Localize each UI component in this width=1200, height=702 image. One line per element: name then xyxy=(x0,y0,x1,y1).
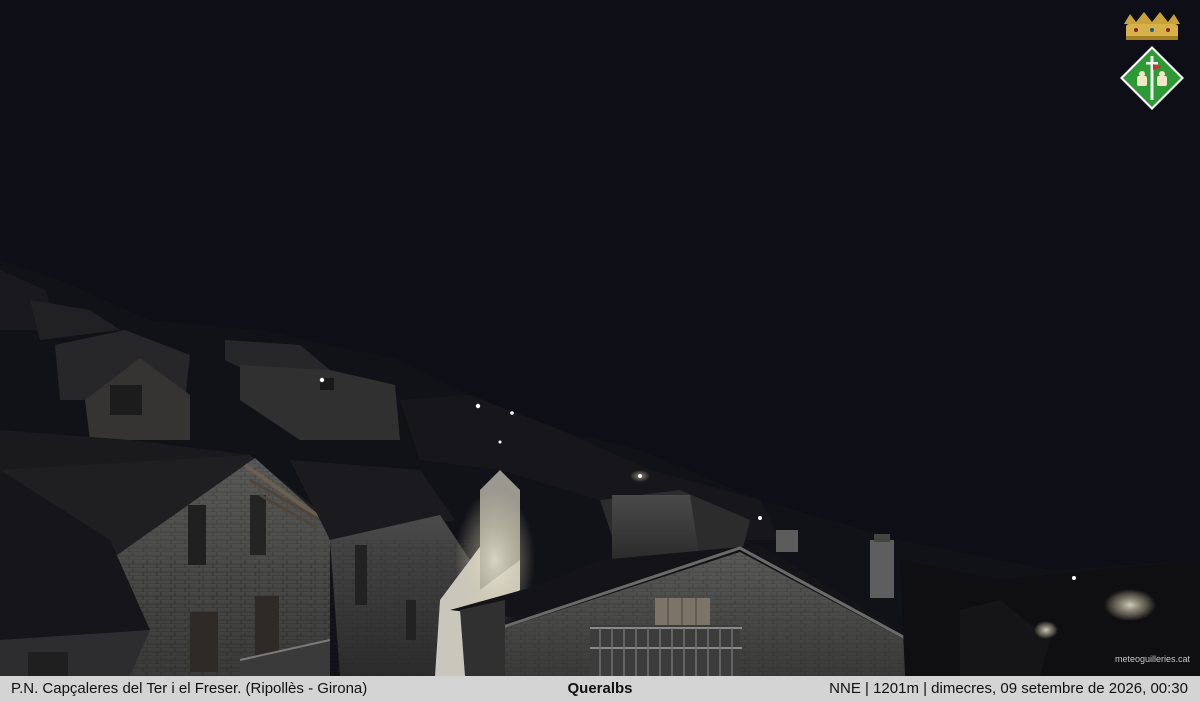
location-park-label: P.N. Capçaleres del Ter i el Freser. (Ri… xyxy=(11,680,368,697)
night-village-photo xyxy=(0,0,1200,676)
webcam-frame: meteoguilleries.cat P.N. Capçaleres del … xyxy=(0,0,1200,702)
caption-bar: P.N. Capçaleres del Ter i el Freser. (Ri… xyxy=(0,676,1200,702)
coat-of-arms-icon xyxy=(1116,12,1188,112)
camera-info-label: NNE | 1201m | dimecres, 09 setembre de 2… xyxy=(829,680,1188,697)
watermark: meteoguilleries.cat xyxy=(1114,654,1190,664)
